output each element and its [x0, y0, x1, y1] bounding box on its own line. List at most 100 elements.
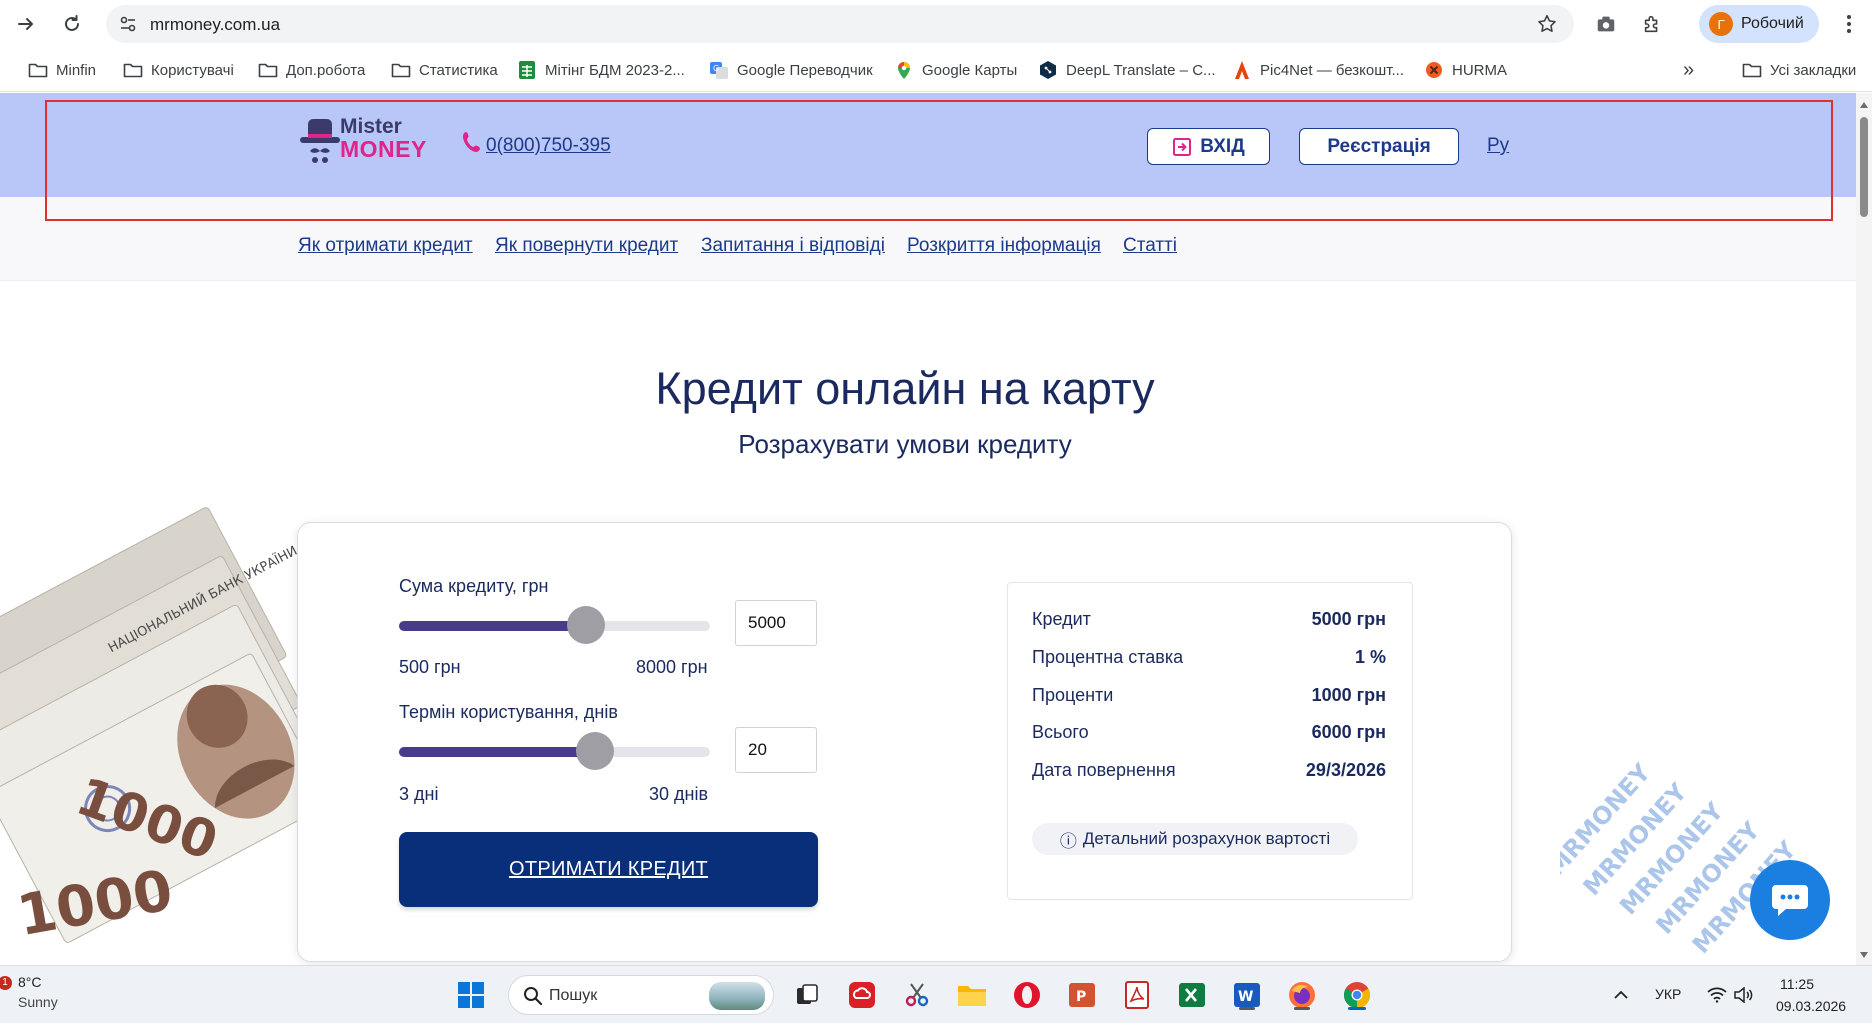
- reload-button[interactable]: [56, 8, 88, 40]
- login-label: ВХІД: [1200, 135, 1245, 157]
- profile-name: Робочий: [1741, 15, 1804, 32]
- url-text[interactable]: mrmoney.com.ua: [150, 15, 280, 35]
- bookmark-link[interactable]: DeepL Translate – С...: [1038, 58, 1216, 82]
- bookmark-link[interactable]: Google Карты: [894, 58, 1017, 82]
- folder-icon: [958, 986, 986, 1006]
- wifi-icon: [1707, 987, 1727, 1003]
- chat-button[interactable]: [1750, 860, 1830, 940]
- start-button[interactable]: [454, 978, 488, 1012]
- weather-temp: 8°C: [18, 974, 42, 990]
- bookmarks-bar: Minfin Користувачі Доп.робота Статистика…: [0, 48, 1872, 92]
- phone-link[interactable]: 0(800)750-395: [486, 135, 611, 157]
- puzzle-icon: [1644, 15, 1658, 33]
- bookmark-folder[interactable]: Статистика: [391, 58, 498, 82]
- chat-bubble-icon: [1772, 885, 1808, 916]
- bookmark-link[interactable]: Мітінг БДМ 2023-2...: [517, 58, 685, 82]
- slider-fill: [399, 621, 586, 631]
- forward-button[interactable]: [10, 8, 42, 40]
- amount-max-label: 8000 грн: [636, 657, 708, 677]
- clock-date[interactable]: 09.03.2026: [1776, 998, 1846, 1014]
- bookmark-link[interactable]: Pic4Net — безкошт...: [1232, 58, 1404, 82]
- creative-cloud-icon: [849, 982, 875, 1008]
- powerpoint-app[interactable]: P: [1065, 978, 1099, 1012]
- term-slider[interactable]: [399, 732, 710, 770]
- scroll-up-icon[interactable]: [1859, 101, 1869, 109]
- search-highlight-image: [709, 982, 765, 1010]
- word-app[interactable]: W: [1230, 978, 1264, 1012]
- slider-thumb[interactable]: [566, 606, 605, 644]
- screenshot-button[interactable]: [1590, 8, 1622, 40]
- bookmark-folder[interactable]: Minfin: [28, 58, 96, 82]
- taskbar-search[interactable]: Пошук: [508, 975, 774, 1015]
- language-switch[interactable]: Ру: [1487, 135, 1509, 157]
- browser-menu-button[interactable]: [1834, 8, 1864, 40]
- snipping-tool-app[interactable]: [900, 978, 934, 1012]
- page-scrollbar[interactable]: [1856, 93, 1872, 965]
- detailed-cost-button[interactable]: ⓘ Детальний розрахунок вартості: [1032, 823, 1358, 855]
- bookmark-link[interactable]: G Google Переводчик: [709, 58, 873, 82]
- tray-overflow-button[interactable]: [1604, 978, 1638, 1012]
- svg-text:W: W: [1238, 989, 1253, 1005]
- profile-button[interactable]: Г Робочий: [1699, 5, 1819, 43]
- get-credit-button[interactable]: ОТРИМАТИ КРЕДИТ: [399, 832, 818, 907]
- credit-calculator: Сума кредиту, грн 5000 500 грн 8000 грн …: [297, 522, 1512, 962]
- volume-button[interactable]: [1727, 978, 1761, 1012]
- google-translate-icon: G: [709, 60, 729, 80]
- amount-label: Сума кредиту, грн: [399, 576, 549, 596]
- site-info-icon[interactable]: [118, 14, 138, 34]
- address-bar[interactable]: mrmoney.com.ua: [106, 5, 1574, 43]
- nav-disclosure[interactable]: Розкриття інформація: [907, 235, 1101, 257]
- chrome-app[interactable]: [1340, 978, 1374, 1012]
- more-bookmarks-button[interactable]: »: [1683, 58, 1694, 82]
- register-button[interactable]: Реєстрація: [1299, 128, 1459, 165]
- firefox-app[interactable]: [1285, 978, 1319, 1012]
- pdf-app[interactable]: [1120, 978, 1154, 1012]
- input-language[interactable]: УКР: [1655, 986, 1681, 1002]
- hat-mustache-icon: [300, 119, 340, 163]
- windows-icon: [458, 982, 484, 1008]
- hurma-icon: [1424, 60, 1444, 80]
- nav-articles[interactable]: Статті: [1123, 235, 1177, 257]
- sheets-icon: [517, 60, 537, 80]
- amount-slider[interactable]: [399, 606, 710, 644]
- nav-how-to-repay[interactable]: Як повернути кредит: [495, 235, 678, 257]
- scroll-down-icon[interactable]: [1859, 951, 1869, 959]
- detailed-cost-label: Детальний розрахунок вартості: [1082, 829, 1331, 848]
- file-explorer-app[interactable]: [955, 978, 989, 1012]
- webpage: Mister MONEY 0(800)750-395 ВХІД Реєстрац…: [0, 93, 1856, 965]
- page-subtitle: Розрахувати умови кредиту: [738, 429, 1072, 459]
- task-view-button[interactable]: [790, 978, 824, 1012]
- summary-row: Проценти 1000 грн: [1032, 685, 1386, 705]
- speaker-icon: [1734, 987, 1753, 1003]
- summary-row: Процентна ставка 1 %: [1032, 647, 1386, 667]
- extensions-button[interactable]: [1636, 8, 1668, 40]
- creative-cloud-app[interactable]: [845, 978, 879, 1012]
- more-vertical-icon: [1847, 15, 1851, 33]
- search-icon: [524, 987, 543, 1006]
- login-button[interactable]: ВХІД: [1147, 128, 1270, 165]
- site-logo[interactable]: Mister MONEY: [298, 115, 428, 167]
- bookmark-label: Google Переводчик: [737, 61, 873, 79]
- nav-how-to-get-credit[interactable]: Як отримати кредит: [298, 235, 473, 257]
- excel-app[interactable]: [1175, 978, 1209, 1012]
- task-view-icon: [797, 984, 818, 1004]
- firefox-icon: [1289, 982, 1315, 1008]
- opera-app[interactable]: [1010, 978, 1044, 1012]
- bookmark-folder[interactable]: Доп.робота: [258, 58, 365, 82]
- bookmark-label: Доп.робота: [286, 61, 366, 79]
- clock-time[interactable]: 11:25: [1780, 976, 1814, 992]
- site-header: Mister MONEY 0(800)750-395 ВХІД Реєстрац…: [0, 93, 1856, 197]
- bookmark-folder[interactable]: Користувачі: [123, 58, 234, 82]
- bookmark-label: Користувачі: [151, 61, 234, 79]
- svg-text:G: G: [713, 64, 719, 73]
- term-label: Термін користування, днів: [399, 702, 618, 722]
- nav-faq[interactable]: Запитання і відповіді: [701, 235, 885, 257]
- term-input[interactable]: 20: [735, 727, 817, 773]
- slider-thumb[interactable]: [575, 732, 614, 770]
- bookmark-star-icon[interactable]: [1536, 13, 1558, 35]
- all-bookmarks-folder[interactable]: Усі закладки: [1742, 58, 1856, 82]
- bookmark-label: Статистика: [419, 61, 498, 79]
- scroll-thumb[interactable]: [1860, 117, 1868, 217]
- bookmark-link[interactable]: HURMA: [1424, 58, 1507, 82]
- amount-input[interactable]: 5000: [735, 600, 817, 646]
